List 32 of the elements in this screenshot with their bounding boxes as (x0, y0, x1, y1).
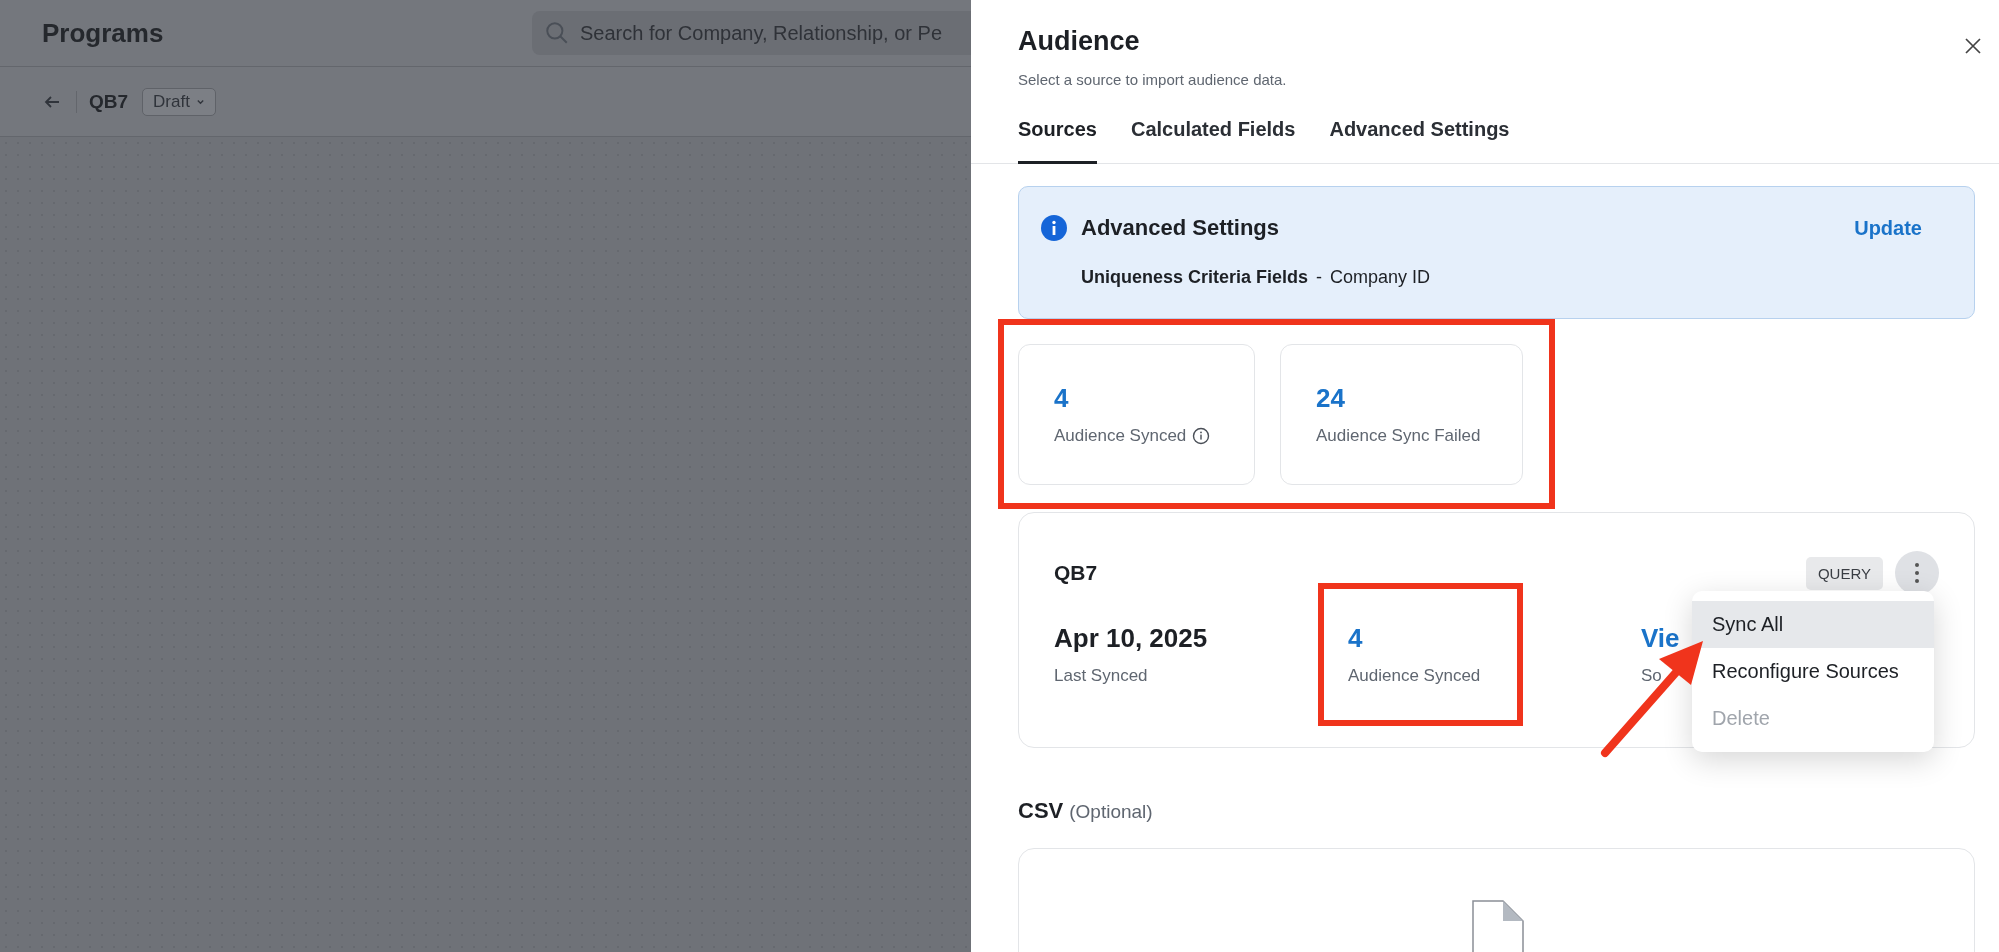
menu-item[interactable]: Reconfigure Sources (1692, 648, 1934, 695)
update-link[interactable]: Update (1854, 216, 1922, 240)
banner-title: Advanced Settings (1081, 215, 1281, 241)
type-badge: QUERY (1805, 556, 1883, 590)
stat-label: Audience Sync Failed (1316, 426, 1481, 446)
separator-text: - (1316, 267, 1323, 288)
tab[interactable]: Sources (1018, 118, 1097, 164)
field-value: Company ID (1330, 267, 1431, 288)
tab[interactable]: Calculated Fields (1130, 118, 1296, 164)
caret-icon (195, 97, 205, 106)
stat-value: 24 (1316, 383, 1346, 414)
optional-note: (Optional) (1069, 801, 1153, 823)
tab[interactable]: Advanced Settings (1329, 118, 1510, 164)
source-name: QB7 (1054, 561, 1099, 585)
metric-label: Audience Synced (1348, 666, 1481, 686)
metric-label: Last Synced (1054, 666, 1148, 686)
section-title: CSV (1018, 798, 1064, 824)
page-title: Programs (42, 17, 165, 49)
program-name: QB7 (76, 90, 129, 113)
metric-value: Apr 10, 2025 (1054, 623, 1209, 654)
stat-value: 4 (1054, 383, 1070, 414)
stat-label: Audience Synced (1054, 426, 1187, 446)
metric-value: 4 (1348, 623, 1364, 654)
more-options-icon[interactable] (1895, 551, 1939, 595)
panel-subtitle: Select a source to import audience data. (1018, 71, 1287, 88)
info-icon (1041, 215, 1067, 241)
menu-item[interactable]: Sync All (1692, 601, 1934, 648)
metric-label: So (1641, 666, 1662, 686)
close-icon[interactable] (1963, 36, 1983, 56)
panel-title: Audience (1018, 26, 1141, 57)
search-field[interactable]: Search for Company, Relationship, or Pe (532, 11, 971, 55)
field-label: Uniqueness Criteria Fields (1081, 267, 1309, 288)
